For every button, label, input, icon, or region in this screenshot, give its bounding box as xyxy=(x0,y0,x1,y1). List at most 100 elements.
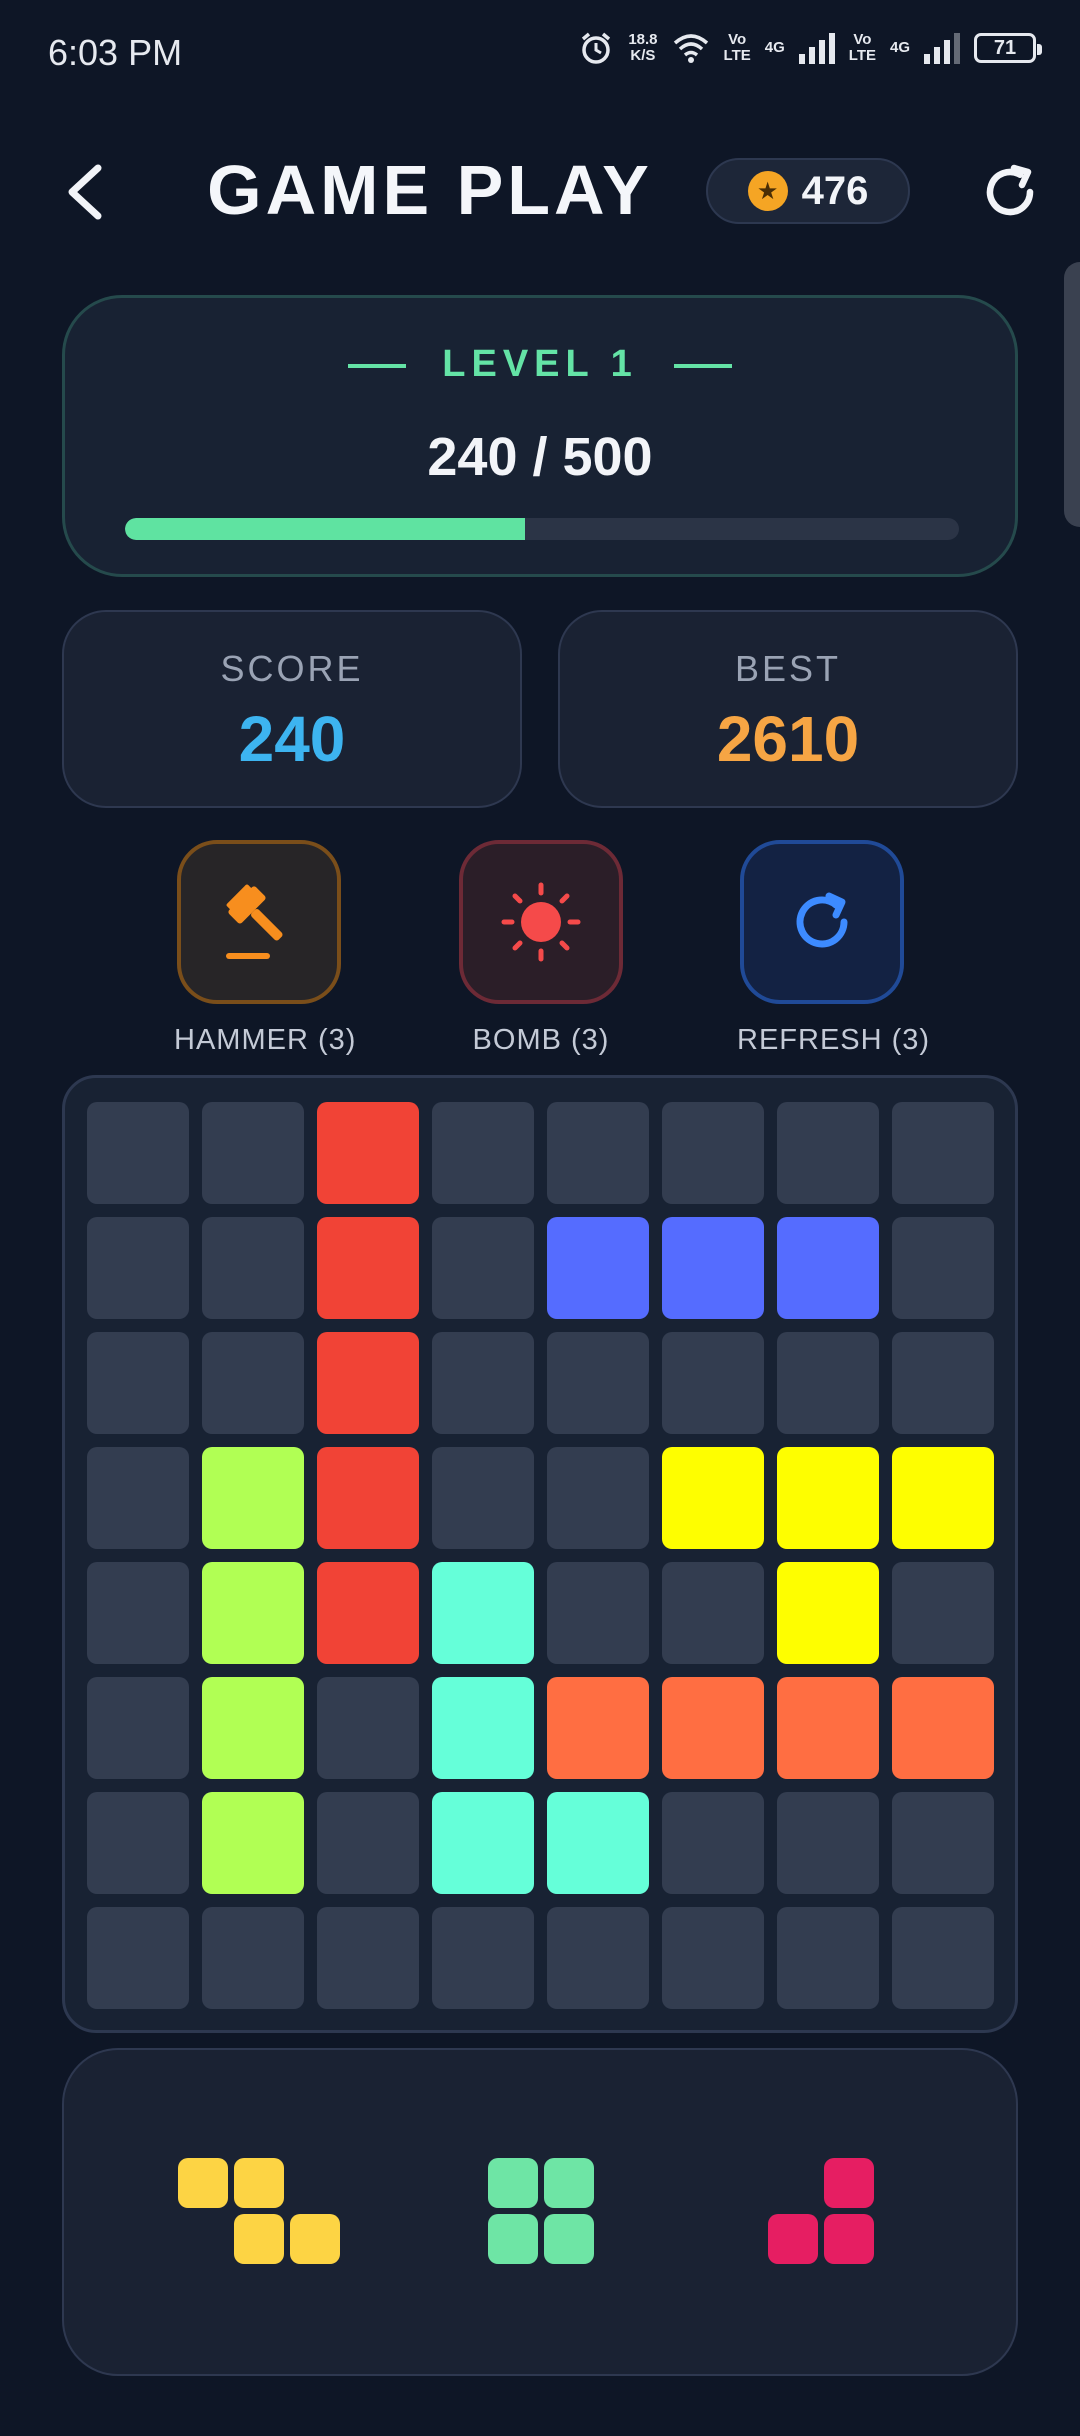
game-board[interactable] xyxy=(62,1075,1018,2033)
edge-panel-handle[interactable] xyxy=(1064,262,1080,527)
board-cell-filled[interactable] xyxy=(202,1792,304,1894)
board-cell-empty[interactable] xyxy=(547,1102,649,1204)
board-cell-empty[interactable] xyxy=(892,1562,994,1664)
hammer-powerup[interactable]: HAMMER (3) xyxy=(174,840,355,1057)
board-cell-filled[interactable] xyxy=(317,1217,419,1319)
piece-block xyxy=(768,2214,818,2264)
bomb-label: BOMB (3) xyxy=(472,1024,610,1056)
piece-gap xyxy=(768,2158,818,2208)
board-cell-filled[interactable] xyxy=(202,1677,304,1779)
level-title: LEVEL 1 xyxy=(442,343,638,385)
board-cell-empty[interactable] xyxy=(87,1217,189,1319)
refresh-button[interactable] xyxy=(740,840,904,1004)
best-card: BEST 2610 xyxy=(558,610,1018,808)
board-cell-empty[interactable] xyxy=(87,1792,189,1894)
net-speed-value: 18.8 xyxy=(628,31,658,48)
board-cell-empty[interactable] xyxy=(202,1102,304,1204)
board-cell-empty[interactable] xyxy=(87,1907,189,2009)
board-cell-empty[interactable] xyxy=(892,1217,994,1319)
board-cell-empty[interactable] xyxy=(317,1677,419,1779)
board-cell-empty[interactable] xyxy=(892,1102,994,1204)
board-cell-empty[interactable] xyxy=(432,1907,534,2009)
board-cell-filled[interactable] xyxy=(317,1102,419,1204)
board-cell-empty[interactable] xyxy=(432,1102,534,1204)
board-cell-empty[interactable] xyxy=(662,1332,764,1434)
bomb-powerup[interactable]: BOMB (3) xyxy=(456,840,626,1057)
board-cell-empty[interactable] xyxy=(547,1562,649,1664)
restart-button[interactable] xyxy=(980,162,1040,222)
coin-balance[interactable]: ★ 476 xyxy=(706,158,910,224)
board-cell-filled[interactable] xyxy=(662,1447,764,1549)
sim2-gen: 4G xyxy=(889,39,910,56)
board-cell-filled[interactable] xyxy=(547,1792,649,1894)
divider xyxy=(348,363,407,368)
board-cell-empty[interactable] xyxy=(662,1562,764,1664)
board-cell-empty[interactable] xyxy=(662,1102,764,1204)
board-cell-filled[interactable] xyxy=(432,1562,534,1664)
status-time: 6:03 PM xyxy=(48,32,183,73)
tray-piece-yellow[interactable] xyxy=(178,2158,340,2264)
board-cell-filled[interactable] xyxy=(432,1677,534,1779)
board-cell-empty[interactable] xyxy=(87,1332,189,1434)
board-cell-empty[interactable] xyxy=(432,1447,534,1549)
board-cell-empty[interactable] xyxy=(202,1332,304,1434)
board-cell-empty[interactable] xyxy=(432,1217,534,1319)
sim1-lte: LTE xyxy=(723,47,751,64)
board-cell-empty[interactable] xyxy=(87,1447,189,1549)
board-cell-filled[interactable] xyxy=(892,1677,994,1779)
board-cell-filled[interactable] xyxy=(432,1792,534,1894)
piece-block xyxy=(544,2214,594,2264)
board-cell-empty[interactable] xyxy=(777,1332,879,1434)
sim1-volte: Vo LTE xyxy=(724,32,751,64)
piece-block xyxy=(290,2214,340,2264)
board-cell-empty[interactable] xyxy=(662,1792,764,1894)
board-cell-empty[interactable] xyxy=(547,1907,649,2009)
bomb-button[interactable] xyxy=(459,840,623,1004)
board-cell-empty[interactable] xyxy=(662,1907,764,2009)
board-cell-filled[interactable] xyxy=(892,1447,994,1549)
bomb-icon xyxy=(501,882,581,962)
board-cell-empty[interactable] xyxy=(202,1907,304,2009)
best-value: 2610 xyxy=(716,703,860,775)
board-cell-empty[interactable] xyxy=(892,1332,994,1434)
level-card: LEVEL 1 240 / 500 xyxy=(62,295,1018,577)
board-cell-empty[interactable] xyxy=(202,1217,304,1319)
board-cell-empty[interactable] xyxy=(777,1907,879,2009)
tray-piece-green[interactable] xyxy=(488,2158,594,2264)
board-cell-filled[interactable] xyxy=(662,1217,764,1319)
board-cell-filled[interactable] xyxy=(317,1447,419,1549)
wifi-icon xyxy=(673,34,708,63)
hammer-button[interactable] xyxy=(177,840,341,1004)
board-cell-filled[interactable] xyxy=(547,1677,649,1779)
board-cell-empty[interactable] xyxy=(547,1332,649,1434)
board-cell-filled[interactable] xyxy=(202,1562,304,1664)
board-cell-filled[interactable] xyxy=(777,1217,879,1319)
board-cell-empty[interactable] xyxy=(317,1792,419,1894)
board-cell-filled[interactable] xyxy=(777,1677,879,1779)
board-cell-empty[interactable] xyxy=(87,1562,189,1664)
board-grid[interactable] xyxy=(87,1102,994,2009)
board-cell-filled[interactable] xyxy=(777,1447,879,1549)
board-cell-empty[interactable] xyxy=(777,1792,879,1894)
board-cell-filled[interactable] xyxy=(547,1217,649,1319)
board-cell-filled[interactable] xyxy=(662,1677,764,1779)
board-cell-empty[interactable] xyxy=(87,1677,189,1779)
board-cell-filled[interactable] xyxy=(777,1562,879,1664)
level-progress-bar xyxy=(125,518,959,540)
star-coin-icon: ★ xyxy=(747,171,788,211)
board-cell-empty[interactable] xyxy=(547,1447,649,1549)
board-cell-empty[interactable] xyxy=(892,1792,994,1894)
board-cell-empty[interactable] xyxy=(777,1102,879,1204)
hammer-icon xyxy=(226,884,283,959)
board-cell-filled[interactable] xyxy=(317,1562,419,1664)
board-cell-empty[interactable] xyxy=(892,1907,994,2009)
board-cell-filled[interactable] xyxy=(317,1332,419,1434)
sim2-vo: Vo xyxy=(853,31,872,48)
tray-piece-pink[interactable] xyxy=(768,2158,874,2264)
board-cell-empty[interactable] xyxy=(317,1907,419,2009)
board-cell-empty[interactable] xyxy=(87,1102,189,1204)
refresh-powerup[interactable]: REFRESH (3) xyxy=(737,840,929,1057)
piece-block xyxy=(234,2214,284,2264)
board-cell-filled[interactable] xyxy=(202,1447,304,1549)
board-cell-empty[interactable] xyxy=(432,1332,534,1434)
